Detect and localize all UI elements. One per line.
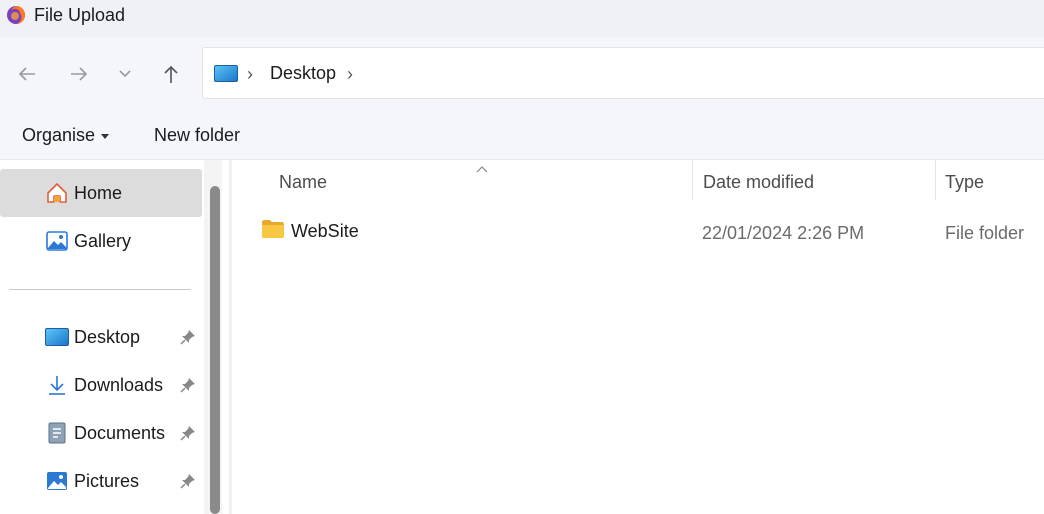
column-divider[interactable] <box>935 160 936 200</box>
sort-ascending-icon <box>476 160 488 173</box>
breadcrumb-separator[interactable]: › <box>347 64 353 85</box>
sidebar-item-pictures[interactable]: Pictures <box>0 457 202 505</box>
sidebar-item-label: Pictures <box>74 470 140 491</box>
sidebar-item-downloads[interactable]: Downloads <box>0 361 202 409</box>
pin-icon[interactable] <box>180 377 196 393</box>
title-bar <box>0 0 1044 37</box>
firefox-icon <box>6 5 26 25</box>
back-button[interactable] <box>12 59 42 89</box>
sidebar-item-home[interactable]: Home <box>0 169 202 217</box>
column-divider[interactable] <box>692 160 693 200</box>
recent-locations-button[interactable] <box>110 59 140 89</box>
column-header-date-modified[interactable]: Date modified <box>703 172 814 193</box>
file-type: File folder <box>945 223 1025 243</box>
column-header-type[interactable]: Type <box>945 172 984 193</box>
file-date-modified: 22/01/2024 2:26 PM <box>702 223 865 243</box>
sidebar-item-label: Documents <box>74 422 166 443</box>
caret-down-icon <box>101 134 110 139</box>
sidebar-item-label: Downloads <box>74 374 164 395</box>
chevron-down-icon <box>119 70 131 78</box>
pictures-icon <box>45 469 69 493</box>
arrow-up-icon <box>164 65 178 83</box>
pin-icon[interactable] <box>180 329 196 345</box>
column-header-name[interactable]: Name <box>279 172 327 193</box>
desktop-icon <box>45 325 69 349</box>
pin-icon[interactable] <box>180 473 196 489</box>
breadcrumb-desktop[interactable]: Desktop <box>270 63 336 84</box>
folder-icon <box>261 219 285 239</box>
download-icon <box>45 373 69 397</box>
arrow-right-icon <box>71 67 88 81</box>
sidebar-item-documents[interactable]: Documents <box>0 409 202 457</box>
documents-icon <box>45 421 69 445</box>
sidebar-item-gallery[interactable]: Gallery <box>0 217 202 265</box>
organise-button[interactable]: Organise <box>22 125 110 146</box>
sidebar-item-label: Desktop <box>74 326 141 347</box>
pin-icon[interactable] <box>180 425 196 441</box>
home-icon <box>45 181 69 205</box>
sidebar-item-desktop[interactable]: Desktop <box>0 313 202 361</box>
breadcrumb-separator[interactable]: › <box>247 64 253 85</box>
sidebar-item-label: Home <box>74 182 123 203</box>
scrollbar-thumb[interactable] <box>210 186 220 514</box>
sidebar-item-label: Gallery <box>74 230 132 251</box>
organise-label: Organise <box>22 125 96 145</box>
desktop-icon <box>214 65 238 82</box>
forward-button[interactable] <box>64 59 94 89</box>
arrow-left-icon <box>18 67 35 81</box>
file-name[interactable]: WebSite <box>291 221 359 242</box>
gallery-icon <box>45 229 69 253</box>
up-button[interactable] <box>156 59 186 89</box>
new-folder-button[interactable]: New folder <box>154 125 240 146</box>
window-title: File Upload <box>34 5 126 25</box>
sidebar-divider <box>9 289 191 290</box>
